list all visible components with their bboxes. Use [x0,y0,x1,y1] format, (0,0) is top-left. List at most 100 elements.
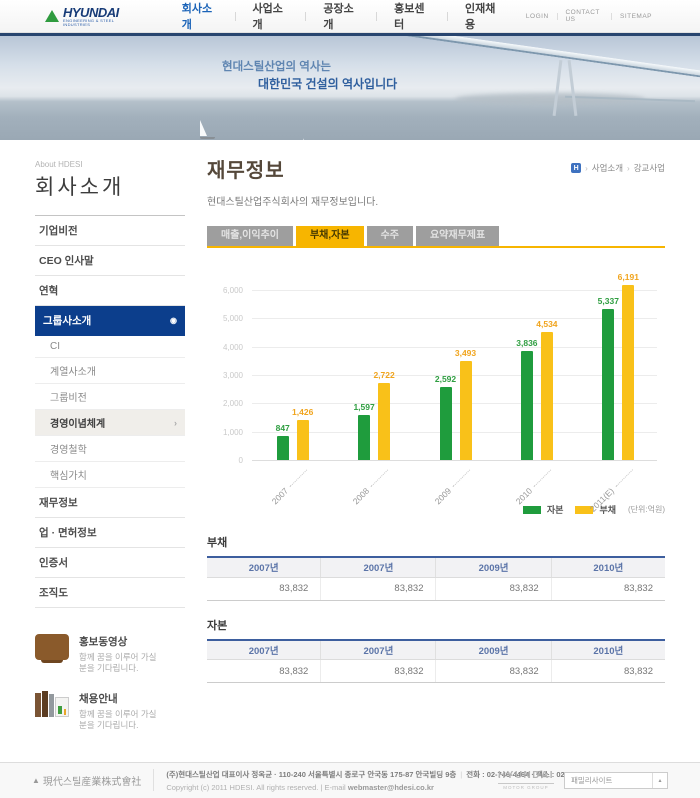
hyundai-logo[interactable]: HYUNDAI ENGINEERING & STEEL INDUSTRIES [45,6,137,27]
tab-bar: 매출,이익추이 부채,자본 수주 요약재무제표 [207,226,665,248]
promo-pr-video[interactable]: 홍보동영상 함께 꿈을 이루어 가실 분을 기다립니다. [35,634,185,675]
cell-value: 83,832 [436,577,551,600]
bullet-circle-icon: ◉ [170,316,177,325]
main-section: 재무정보 H › 사업소개 › 강교사업 현대스틸산업주식회사의 재무정보입니다… [207,154,665,732]
capital-table-section: 자본 2007년 2007년 2009년 2010년 83,832 83,832… [207,617,665,684]
nav-factory[interactable]: 공장소개 [306,0,376,32]
promo-desc: 함께 꿈을 이루어 가실 분을 기다립니다. [79,652,156,675]
sidebar-menu: 기업비전 CEO 인사말 연혁 그룹사소개◉ CI 계열사소개 그룹비전 경영이… [35,215,185,608]
promo-recruit-guide[interactable]: 채용안내 함께 꿈을 이루어 가실 분을 기다립니다. [35,691,185,732]
footer-divider [153,769,154,791]
home-icon[interactable]: H [571,163,581,173]
col-header: 2010년 [551,557,665,577]
y-tick-label: 3,000 [207,371,243,380]
footer-info: (주)현대스틸산업 대표이사 정옥균 · 110-240 서울특별시 종로구 안… [166,769,498,792]
breadcrumb-separator: › [627,164,630,173]
bar-부채: 1,426 [297,420,309,460]
sidebar-item-license-info[interactable]: 업 · 면허정보 [35,518,185,548]
banner-slogan-line1: 현대스틸산업의 역사는 [222,58,331,74]
sidebar-item-core-values[interactable]: 핵심가치 [35,462,185,488]
bridge-deck-art [381,36,700,81]
breadcrumb-business[interactable]: 사업소개 [592,162,623,174]
books-icon [35,691,69,717]
y-tick-label: 0 [207,456,243,465]
breadcrumb-separator: › [585,164,588,173]
y-tick-label: 1,000 [207,428,243,437]
sidebar-item-organization[interactable]: 조직도 [35,578,185,608]
cell-value: 83,832 [207,577,321,600]
page: HYUNDAI ENGINEERING & STEEL INDUSTRIES 회… [0,0,700,798]
footer: ▲ 現代스틸産業株式會社 (주)현대스틸산업 대표이사 정옥균 · 110-24… [0,762,700,798]
bar-자본: 2,592 [440,387,452,460]
capital-table-title: 자본 [207,617,665,633]
sidebar-item-group-intro[interactable]: 그룹사소개◉ [35,306,185,336]
bar-group: 1,5972,722 [358,383,390,460]
nav-pr-center[interactable]: 홍보센터 [377,0,447,32]
cell-value: 83,832 [207,660,321,683]
bar-value-label: 2,592 [435,374,456,384]
content-area: About HDESI 회사소개 기업비전 CEO 인사말 연혁 그룹사소개◉ … [0,140,700,762]
footer-copyright: Copyright (c) 2011 HDESI. All rights res… [166,783,318,792]
footer-logo-triangle-icon: ▲ [32,776,40,785]
bridge-pier-art [552,60,578,116]
sidebar-item-mgmt-philosophy[interactable]: 경영철학 [35,436,185,462]
bar-group: 8471,426 [277,420,309,460]
breadcrumb: H › 사업소개 › 강교사업 [571,162,665,174]
nav-recruit[interactable]: 인재채용 [448,0,518,32]
tab-orders[interactable]: 수주 [367,226,413,246]
sitemap-link[interactable]: SITEMAP [612,13,660,20]
tab-sales-profit[interactable]: 매출,이익추이 [207,226,293,246]
tab-debt-capital[interactable]: 부채,자본 [296,226,364,246]
x-tick-label: 2007 [270,466,310,506]
gridline [252,460,657,461]
bar-group: 3,8364,534 [521,332,553,460]
logo-triangle-icon [45,10,59,22]
top-header: HYUNDAI ENGINEERING & STEEL INDUSTRIES 회… [0,0,700,33]
utility-links: LOGIN CONTACT US SITEMAP [518,9,660,23]
cell-value: 83,832 [551,577,665,600]
debt-table: 2007년 2007년 2009년 2010년 83,832 83,832 83… [207,556,665,601]
bar-chart: 8471,4261,5972,7222,5923,4933,8364,5345,… [207,270,665,518]
bar-value-label: 3,836 [516,338,537,348]
bar-자본: 1,597 [358,415,370,460]
bar-value-label: 1,426 [292,407,313,417]
col-header: 2007년 [207,557,321,577]
sidebar-item-history[interactable]: 연혁 [35,276,185,306]
legend-swatch-capital [523,506,541,514]
col-header: 2007년 [321,640,436,660]
col-header: 2010년 [551,640,665,660]
table-row: 83,832 83,832 83,832 83,832 [207,660,665,683]
contact-link[interactable]: CONTACT US [557,9,611,23]
y-tick-label: 2,000 [207,399,243,408]
sidebar-item-financial-info[interactable]: 재무정보 [35,488,185,518]
table-header-row: 2007년 2007년 2009년 2010년 [207,557,665,577]
sailboat-icon [303,138,311,140]
family-site-label: 패밀리사이트 [565,775,652,786]
tab-summary-statements[interactable]: 요약재무제표 [416,226,499,246]
sidebar-item-mgmt-philosophy-system[interactable]: 경영이념체계› [35,410,185,436]
logo-brand: HYUNDAI [63,6,137,19]
chart-plot: 8471,4261,5972,7222,5923,4933,8364,5345,… [252,290,657,460]
chevron-up-icon: ▴ [652,773,667,788]
breadcrumb-steel-bridge: 강교사업 [634,162,665,174]
sidebar-item-affiliates[interactable]: 계열사소개 [35,358,185,384]
sidebar: About HDESI 회사소개 기업비전 CEO 인사말 연혁 그룹사소개◉ … [35,154,185,732]
footer-email[interactable]: webmaster@hdesi.co.kr [348,783,434,792]
x-tick-label: 2010 [514,466,554,506]
sidebar-item-ci[interactable]: CI [35,336,185,358]
nav-company[interactable]: 회사소개 [165,0,235,32]
login-link[interactable]: LOGIN [518,13,557,20]
family-site-select[interactable]: 패밀리사이트 ▴ [564,772,668,789]
nav-business[interactable]: 사업소개 [236,0,306,32]
sidebar-item-certificates[interactable]: 인증서 [35,548,185,578]
sidebar-item-group-vision[interactable]: 그룹비전 [35,384,185,410]
col-header: 2007년 [321,557,436,577]
bar-value-label: 4,534 [536,319,557,329]
col-header: 2009년 [436,557,551,577]
sidebar-item-ceo[interactable]: CEO 인사말 [35,246,185,276]
sidebar-item-vision[interactable]: 기업비전 [35,216,185,246]
promo-desc: 함께 꿈을 이루어 가실 분을 기다립니다. [79,709,156,732]
hero-banner: 현대스틸산업의 역사는 대한민국 건설의 역사입니다 [0,36,700,140]
bar-부채: 4,534 [541,332,553,460]
tv-icon [35,634,69,660]
